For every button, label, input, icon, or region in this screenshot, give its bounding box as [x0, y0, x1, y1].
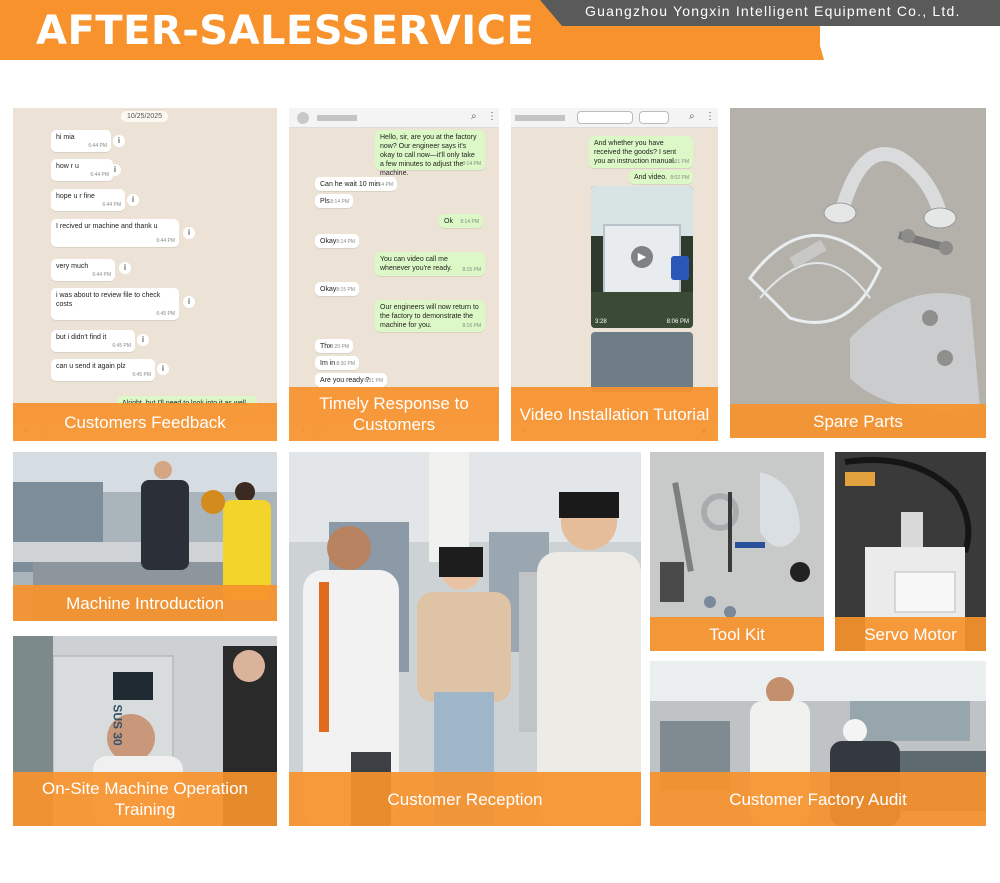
video-time: 8:06 PM — [666, 319, 689, 325]
chat-message: but i didn't find it 6:45 PM — [51, 330, 135, 352]
chat-message: And whether you have received the goods?… — [589, 136, 693, 168]
dropdown[interactable] — [577, 111, 633, 124]
search-icon[interactable]: ⌕ — [689, 111, 695, 122]
chat-message: how r u 6:44 PM — [51, 159, 113, 181]
chat-message: I recived ur machine and thank u 6:44 PM — [51, 219, 179, 247]
tile-customers-feedback: 10/25/2025 hi mia 6:44 PM i how r u 6:44 P… — [13, 108, 277, 441]
info-icon[interactable]: i — [109, 164, 121, 176]
chat-message: Our engineers will now return to the fac… — [375, 300, 485, 332]
play-icon[interactable]: ▶ — [631, 246, 653, 268]
tile-timely-response: ⌕ ⋮ Hello, sir, are you at the factory n… — [289, 108, 499, 441]
info-icon[interactable]: i — [113, 135, 125, 147]
video-call-button[interactable] — [639, 111, 669, 124]
chat-message: hope u r fine 6:44 PM — [51, 189, 125, 211]
contact-avatar-icon — [297, 112, 309, 124]
caption: Machine Introduction — [13, 585, 277, 621]
machine-label: SUS 30 — [110, 704, 125, 746]
video-message[interactable] — [591, 332, 693, 392]
caption: On-Site Machine Operation Training — [13, 772, 277, 826]
more-options-icon[interactable]: ⋮ — [705, 111, 715, 122]
chat-message: Are you ready ? 8:31 PM — [315, 373, 387, 387]
chat-message: Ok 8:14 PM — [439, 214, 483, 228]
video-duration: 3:28 — [595, 319, 607, 325]
caption: Timely Response to Customers — [289, 387, 499, 441]
spare-parts-photo — [730, 108, 986, 438]
video-message[interactable]: ▶ 3:28 8:06 PM — [591, 186, 693, 328]
chat-message: Pls 8:14 PM — [315, 194, 353, 208]
chat-message: Okay 8:15 PM — [315, 282, 359, 296]
company-name: Guangzhou Yongxin Intelligent Equipment … — [585, 3, 961, 19]
caption: Customer Reception — [289, 772, 641, 826]
customer-reception-photo — [289, 452, 641, 826]
search-icon[interactable]: ⌕ — [471, 111, 477, 122]
chat-message: Thx 8:20 PM — [315, 339, 353, 353]
info-icon[interactable]: i — [183, 296, 195, 308]
info-icon[interactable]: i — [183, 227, 195, 239]
info-icon[interactable]: i — [127, 194, 139, 206]
chat-message: And video. 8:02 PM — [629, 170, 693, 184]
chat-message: hi mia 6:44 PM — [51, 130, 111, 152]
chat-message: Im in 8:30 PM — [315, 356, 359, 370]
page-title: AFTER-SALESSERVICE — [36, 8, 535, 54]
chat-header: ⌕ ⋮ — [289, 108, 499, 128]
caption: Servo Motor — [835, 617, 986, 651]
chat-message: Hello, sir, are you at the factory now? … — [375, 130, 485, 177]
tile-customer-reception: Customer Reception — [289, 452, 641, 826]
info-icon[interactable]: i — [137, 334, 149, 346]
chat-header: ⌕ ⋮ — [511, 108, 718, 128]
caption: Customers Feedback — [13, 403, 277, 441]
chat-message: i was about to review file to check cost… — [51, 288, 179, 320]
chat-message: Okay 8:14 PM — [315, 234, 359, 248]
contact-name-redacted — [515, 115, 565, 121]
more-options-icon[interactable]: ⋮ — [487, 111, 497, 122]
tile-video-tutorial: ⌕ ⋮ And whether you have received the go… — [511, 108, 718, 441]
tile-tool-kit: Tool Kit — [650, 452, 824, 651]
tile-machine-introduction: Machine Introduction — [13, 452, 277, 621]
chat-message: can u send it again plz 6:45 PM — [51, 359, 155, 381]
tile-onsite-training: SUS 30 On-Site Machine Operation Trainin… — [13, 636, 277, 826]
chat-date: 10/25/2025 — [121, 111, 169, 122]
tile-factory-audit: Customer Factory Audit — [650, 661, 986, 826]
chat-message: Can he wait 10 min 8:14 PM — [315, 177, 397, 191]
tile-spare-parts: Spare Parts — [730, 108, 986, 438]
chat-message: You can video call me whenever you're re… — [375, 252, 485, 276]
caption: Video Installation Tutorial — [511, 387, 718, 441]
info-icon[interactable]: i — [157, 363, 169, 375]
caption: Tool Kit — [650, 617, 824, 651]
caption: Customer Factory Audit — [650, 772, 986, 826]
contact-name-redacted — [317, 115, 357, 121]
chat-message: very much 6:44 PM — [51, 259, 115, 281]
caption: Spare Parts — [730, 404, 986, 438]
tile-servo-motor: Servo Motor — [835, 452, 986, 651]
info-icon[interactable]: i — [119, 262, 131, 274]
header-accent — [800, 26, 824, 60]
